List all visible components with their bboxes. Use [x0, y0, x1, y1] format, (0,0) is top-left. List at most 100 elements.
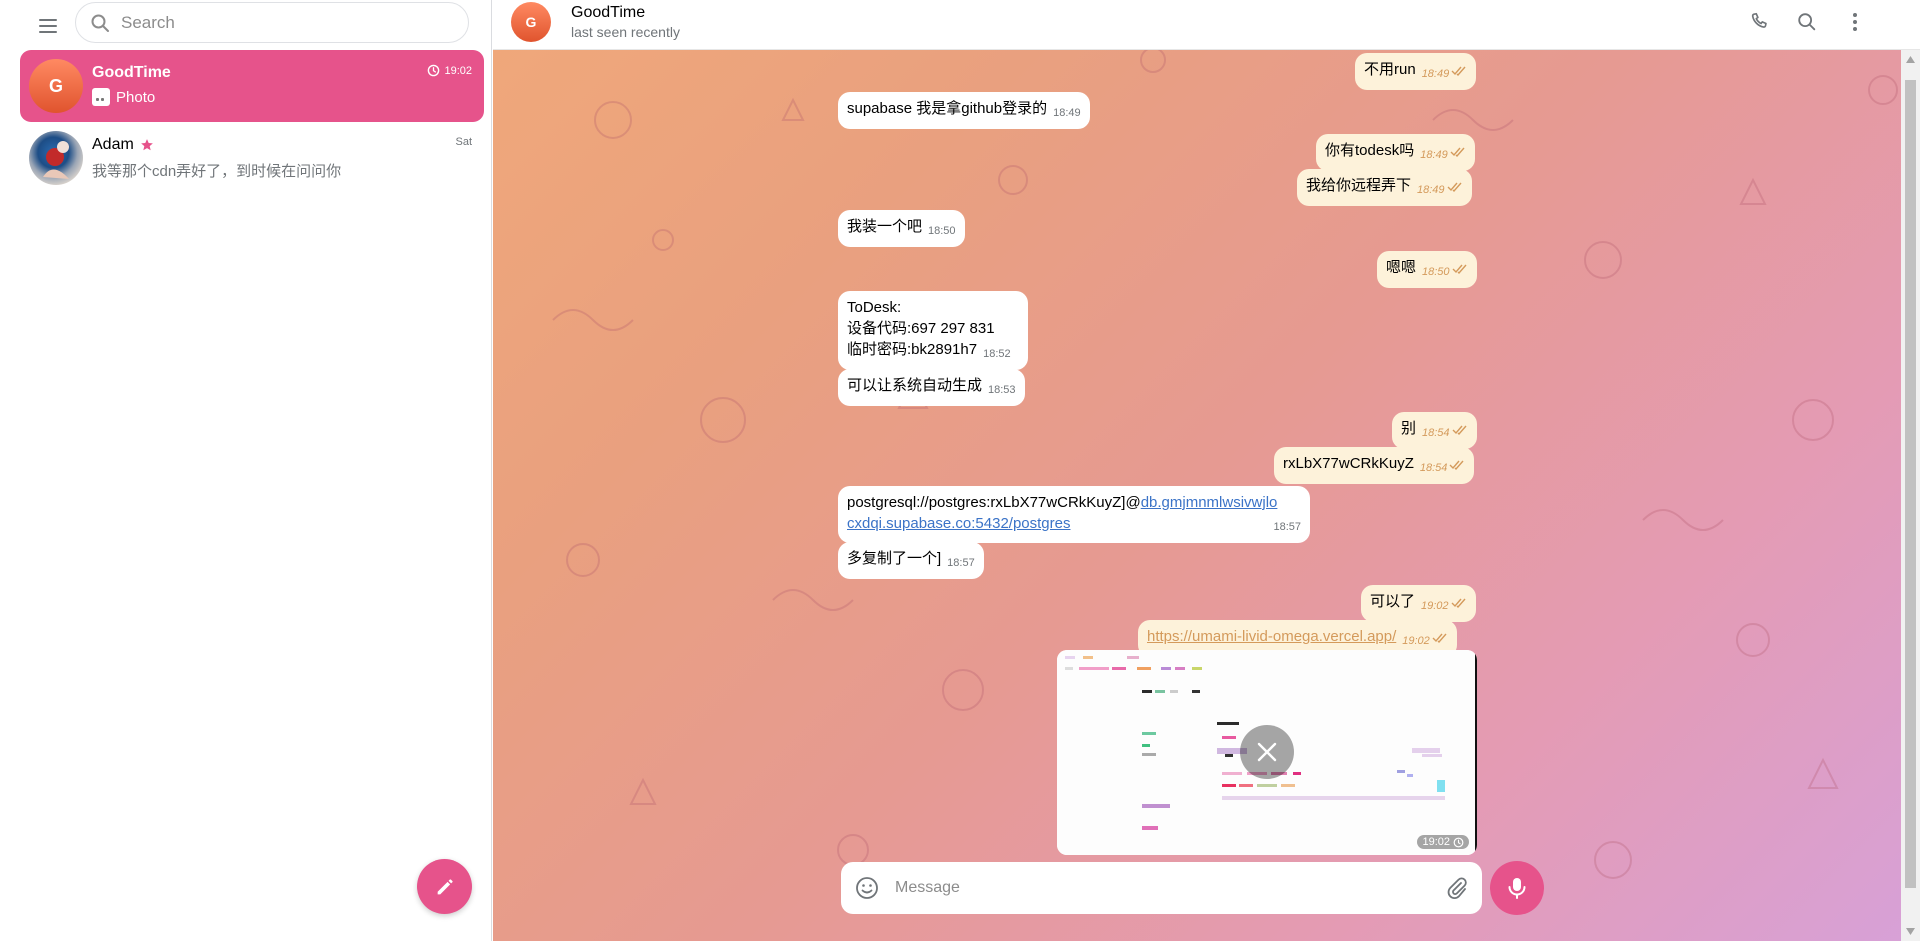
message-out[interactable]: 不用run 18:49 — [1355, 53, 1477, 90]
double-check-icon — [1432, 628, 1448, 649]
message-out[interactable]: 我给你远程弄下 18:49 — [1297, 169, 1472, 206]
message-text-line: 临时密码:bk2891h7 18:52 — [847, 339, 1019, 365]
message-in[interactable]: supabase 我是拿github登录的 18:49 — [838, 92, 1090, 129]
message-time: 18:54 — [1419, 462, 1448, 474]
double-check-icon — [1450, 142, 1466, 163]
message-time: 18:49 — [1417, 184, 1445, 196]
message-time: 18:52 — [983, 348, 1011, 360]
message-text: 我装一个吧 — [847, 218, 923, 235]
message-text-line: cxdqi.supabase.co:5432/postgres 18:57 — [847, 513, 1301, 534]
chat-list-sidebar: G GoodTime 19:02 Photo Adam Sat 我等那个cdn弄… — [0, 0, 492, 941]
chat-item-goodtime[interactable]: G GoodTime 19:02 Photo — [20, 50, 484, 122]
telegram-web-app: G GoodTime 19:02 Photo Adam Sat 我等那个cdn弄… — [0, 0, 1920, 941]
message-text: 你有todesk吗 — [1325, 142, 1415, 159]
sidebar-header — [0, 0, 492, 48]
search-icon — [1798, 13, 1816, 31]
scroll-thumb[interactable] — [1905, 80, 1916, 888]
message-time: 18:57 — [947, 557, 975, 569]
chat-item-adam[interactable]: Adam Sat 我等那个cdn弄好了，到时候在问问你 — [20, 122, 484, 194]
message-in[interactable]: 多复制了一个] 18:57 — [838, 542, 984, 579]
message-text-line: 设备代码:697 297 831 — [847, 320, 995, 337]
message-time: 18:54 — [1422, 427, 1450, 439]
emoji-button[interactable] — [854, 875, 880, 901]
search-icon — [89, 12, 111, 34]
double-check-icon — [1452, 259, 1468, 280]
message-input[interactable] — [895, 876, 1415, 900]
double-check-icon — [1451, 61, 1467, 82]
voice-record-button[interactable] — [1490, 861, 1544, 915]
message-time: 18:57 — [1273, 521, 1301, 533]
double-check-icon — [1449, 455, 1465, 476]
scroll-up-icon[interactable] — [1906, 56, 1915, 63]
photo-time-text: 19:02 — [1422, 836, 1450, 848]
chat-preview: Photo — [92, 88, 155, 106]
message-in[interactable]: 可以让系统自动生成 18:53 — [838, 369, 1025, 406]
call-button[interactable] — [1741, 8, 1777, 36]
chat-preview-text: Photo — [116, 88, 156, 106]
search-messages-button[interactable] — [1789, 8, 1825, 36]
message-text: 我给你远程弄下 — [1306, 177, 1412, 194]
message-out[interactable]: 嗯嗯 18:50 — [1377, 251, 1477, 288]
message-out[interactable]: rxLbX77wCRkKuyZ 18:54 — [1274, 447, 1475, 484]
avatar: G — [29, 59, 83, 113]
close-icon — [1257, 742, 1277, 762]
message-in[interactable]: ToDesk: 设备代码:697 297 831 临时密码:bk2891h7 18… — [838, 291, 1028, 370]
message-text: postgresql://postgres:rxLbX77wCRkKuyZ]@ — [847, 494, 1141, 511]
avatar — [29, 131, 83, 185]
chat-time-text: 19:02 — [444, 64, 472, 77]
attach-button[interactable] — [1444, 875, 1470, 901]
more-vertical-icon — [1853, 13, 1857, 31]
scroll-down-icon[interactable] — [1906, 928, 1915, 935]
chat-status: last seen recently — [571, 24, 680, 40]
double-check-icon — [1451, 593, 1467, 614]
message-in[interactable]: postgresql://postgres:rxLbX77wCRkKuyZ]@d… — [838, 486, 1310, 543]
message-out[interactable]: 可以了 19:02 — [1361, 585, 1476, 622]
message-link[interactable]: https://umami-livid-omega.vercel.app/ — [1147, 628, 1396, 645]
chat-header: G GoodTime last seen recently — [493, 0, 1920, 50]
chat-title[interactable]: GoodTime — [571, 4, 645, 22]
message-time: 18:50 — [1422, 266, 1450, 278]
paperclip-icon — [1447, 877, 1467, 899]
chat-panel: G GoodTime last seen recently 不用run 18:49… — [493, 0, 1920, 941]
phone-icon — [1751, 12, 1767, 28]
scrollbar[interactable] — [1901, 50, 1920, 941]
chat-time: Sat — [455, 136, 472, 148]
chat-time: 19:02 — [427, 64, 472, 77]
double-check-icon — [1447, 177, 1463, 198]
message-text: 不用run — [1364, 61, 1416, 78]
smile-icon — [856, 877, 878, 899]
message-out[interactable]: 别 18:54 — [1392, 412, 1477, 449]
microphone-icon — [1508, 878, 1526, 899]
message-text: 嗯嗯 — [1386, 259, 1417, 276]
message-text: supabase 我是拿github登录的 — [847, 100, 1048, 117]
photo-thumb-icon — [92, 88, 110, 106]
cancel-upload-button[interactable] — [1240, 725, 1294, 779]
message-time: 18:49 — [1420, 149, 1448, 161]
message-link[interactable]: db.gmjmnmlwsivwjlo — [1141, 494, 1278, 511]
message-time: 18:50 — [928, 225, 956, 237]
message-text: 临时密码:bk2891h7 — [847, 341, 978, 358]
message-text-line: ToDesk: — [847, 299, 902, 316]
message-text: rxLbX77wCRkKuyZ — [1283, 455, 1414, 472]
clock-icon — [1453, 837, 1464, 847]
photo-message[interactable]: 19:02 — [1057, 650, 1477, 855]
message-text-line: postgresql://postgres:rxLbX77wCRkKuyZ]@d… — [847, 492, 1301, 513]
chat-name: Adam — [92, 136, 154, 154]
double-check-icon — [1452, 420, 1468, 441]
message-link[interactable]: cxdqi.supabase.co:5432/postgres — [847, 515, 1070, 532]
clock-icon — [428, 64, 440, 77]
message-out[interactable]: 你有todesk吗 18:49 — [1316, 134, 1475, 171]
pencil-icon — [437, 878, 453, 894]
menu-button[interactable] — [30, 8, 66, 44]
hamburger-menu-icon — [39, 19, 57, 33]
message-in[interactable]: 我装一个吧 18:50 — [838, 210, 965, 247]
more-button[interactable] — [1837, 8, 1873, 36]
message-text: 可以了 — [1370, 593, 1416, 610]
chat-name-text: Adam — [92, 136, 134, 153]
avatar[interactable]: G — [511, 2, 551, 42]
new-message-button[interactable] — [417, 859, 472, 914]
chat-preview: 我等那个cdn弄好了，到时候在问问你 — [92, 163, 342, 180]
search-input[interactable] — [121, 12, 441, 33]
message-text: 别 — [1401, 420, 1417, 437]
search-box[interactable] — [75, 2, 469, 43]
